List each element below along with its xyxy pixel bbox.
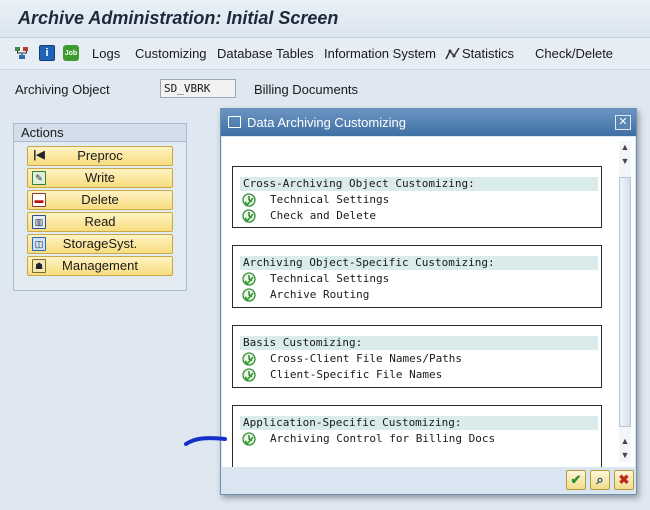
item-archiving-control-billing[interactable]: Archiving Control for Billing Docs — [240, 431, 590, 447]
actions-title: Actions — [14, 124, 186, 142]
write-icon: ✎ — [32, 171, 46, 185]
preproc-button[interactable]: |◀ Preproc — [27, 146, 173, 166]
item-label: Technical Settings — [270, 272, 390, 285]
section-archiving-object-specific: Archiving Object-Specific Customizing: T… — [232, 245, 602, 308]
item-technical-settings-object[interactable]: Technical Settings — [240, 271, 590, 287]
storage-icon: ◫ — [32, 237, 46, 251]
dialog-footer: ✔ ⌕ ✖ — [222, 468, 635, 494]
write-label: Write — [84, 170, 116, 185]
delete-button[interactable]: ▬ Delete — [27, 190, 173, 210]
item-label: Check and Delete — [270, 209, 376, 222]
execute-clock-icon — [242, 288, 256, 302]
preproc-label: Preproc — [77, 148, 123, 163]
section-application-specific: Application-Specific Customizing: Archiv… — [232, 405, 602, 467]
menu-database-tables[interactable]: Database Tables — [217, 46, 314, 61]
cancel-button[interactable]: ✖ — [614, 470, 634, 490]
info-icon[interactable]: i — [39, 45, 55, 61]
search-button[interactable]: ⌕ — [590, 470, 610, 490]
read-label: Read — [84, 214, 116, 229]
execute-clock-icon — [242, 368, 256, 382]
item-client-specific-file-names[interactable]: Client-Specific File Names — [240, 367, 590, 383]
item-archive-routing[interactable]: Archive Routing — [240, 287, 590, 303]
archiving-object-row: Archiving Object SD_VBRK Billing Documen… — [0, 76, 650, 102]
item-label: Cross-Client File Names/Paths — [270, 352, 463, 365]
storagesyst-label: StorageSyst. — [62, 236, 138, 251]
item-cross-client-file-names[interactable]: Cross-Client File Names/Paths — [240, 351, 590, 367]
archiving-object-label: Archiving Object — [15, 82, 110, 97]
execute-clock-icon — [242, 209, 256, 223]
section-basis: Basis Customizing: Cross-Client File Nam… — [232, 325, 602, 388]
item-check-and-delete[interactable]: Check and Delete — [240, 208, 590, 224]
title-bar: Archive Administration: Initial Screen — [0, 0, 650, 38]
menu-logs[interactable]: Logs — [92, 46, 120, 61]
management-button[interactable]: ☗ Management — [27, 256, 173, 276]
menu-statistics[interactable]: Statistics — [462, 46, 514, 61]
section-heading: Application-Specific Customizing: — [240, 416, 598, 430]
item-label: Archive Routing — [270, 288, 370, 301]
annotation-scribble — [184, 436, 227, 446]
skip-back-icon: |◀ — [33, 149, 45, 161]
section-cross-archiving: Cross-Archiving Object Customizing: Tech… — [232, 166, 602, 228]
dialog-close-button[interactable]: ✕ — [615, 115, 631, 130]
scroll-thumb[interactable] — [619, 177, 631, 427]
delete-icon: ▬ — [32, 193, 46, 207]
dialog-title: Data Archiving Customizing — [247, 115, 406, 130]
read-icon: ▥ — [32, 215, 46, 229]
scroll-top-icon[interactable]: ▲ — [619, 141, 631, 153]
read-button[interactable]: ▥ Read — [27, 212, 173, 232]
item-label: Client-Specific File Names — [270, 368, 443, 381]
search-icon: ⌕ — [596, 472, 604, 487]
execute-clock-icon — [242, 432, 256, 446]
scroll-down-icon[interactable]: ▲ — [619, 435, 631, 447]
confirm-button[interactable]: ✔ — [566, 470, 586, 490]
scroll-up-icon[interactable]: ▼ — [619, 155, 631, 167]
menu-check-delete[interactable]: Check/Delete — [535, 46, 613, 61]
management-label: Management — [62, 258, 138, 273]
dialog-vertical-scrollbar[interactable]: ▲ ▼ ▲ ▼ — [619, 141, 631, 462]
execute-clock-icon — [242, 352, 256, 366]
item-technical-settings-cross[interactable]: Technical Settings — [240, 192, 590, 208]
menu-customizing[interactable]: Customizing — [135, 46, 207, 61]
archiving-object-description: Billing Documents — [254, 82, 359, 97]
cancel-icon: ✖ — [618, 472, 630, 487]
write-button[interactable]: ✎ Write — [27, 168, 173, 188]
section-heading: Basis Customizing: — [240, 336, 598, 350]
item-label: Technical Settings — [270, 193, 390, 206]
actions-group: Actions |◀ Preproc ✎ Write ▬ Delete ▥ Re… — [13, 123, 187, 291]
dialog-title-bar: Data Archiving Customizing ✕ — [221, 109, 636, 136]
confirm-icon: ✔ — [570, 472, 582, 487]
menu-information-system[interactable]: Information System — [324, 46, 436, 61]
archiving-object-field[interactable]: SD_VBRK — [160, 79, 236, 98]
management-icon: ☗ — [32, 259, 46, 273]
application-toolbar: i Job Logs Customizing Database Tables I… — [0, 38, 650, 70]
dialog-window-icon — [228, 116, 241, 128]
storagesyst-button[interactable]: ◫ StorageSyst. — [27, 234, 173, 254]
section-heading: Cross-Archiving Object Customizing: — [240, 177, 598, 191]
customizing-dialog: Data Archiving Customizing ✕ Cross-Archi… — [220, 108, 637, 495]
execute-clock-icon — [242, 272, 256, 286]
section-heading: Archiving Object-Specific Customizing: — [240, 256, 598, 270]
screen-title: Archive Administration: Initial Screen — [18, 8, 339, 28]
job-icon[interactable]: Job — [63, 45, 79, 61]
dialog-body: Cross-Archiving Object Customizing: Tech… — [222, 137, 635, 467]
statistics-icon — [445, 47, 461, 61]
scroll-bottom-icon[interactable]: ▼ — [619, 449, 631, 461]
delete-label: Delete — [81, 192, 119, 207]
item-label: Archiving Control for Billing Docs — [270, 432, 496, 445]
execute-clock-icon — [242, 193, 256, 207]
hierarchy-icon[interactable] — [14, 45, 30, 61]
